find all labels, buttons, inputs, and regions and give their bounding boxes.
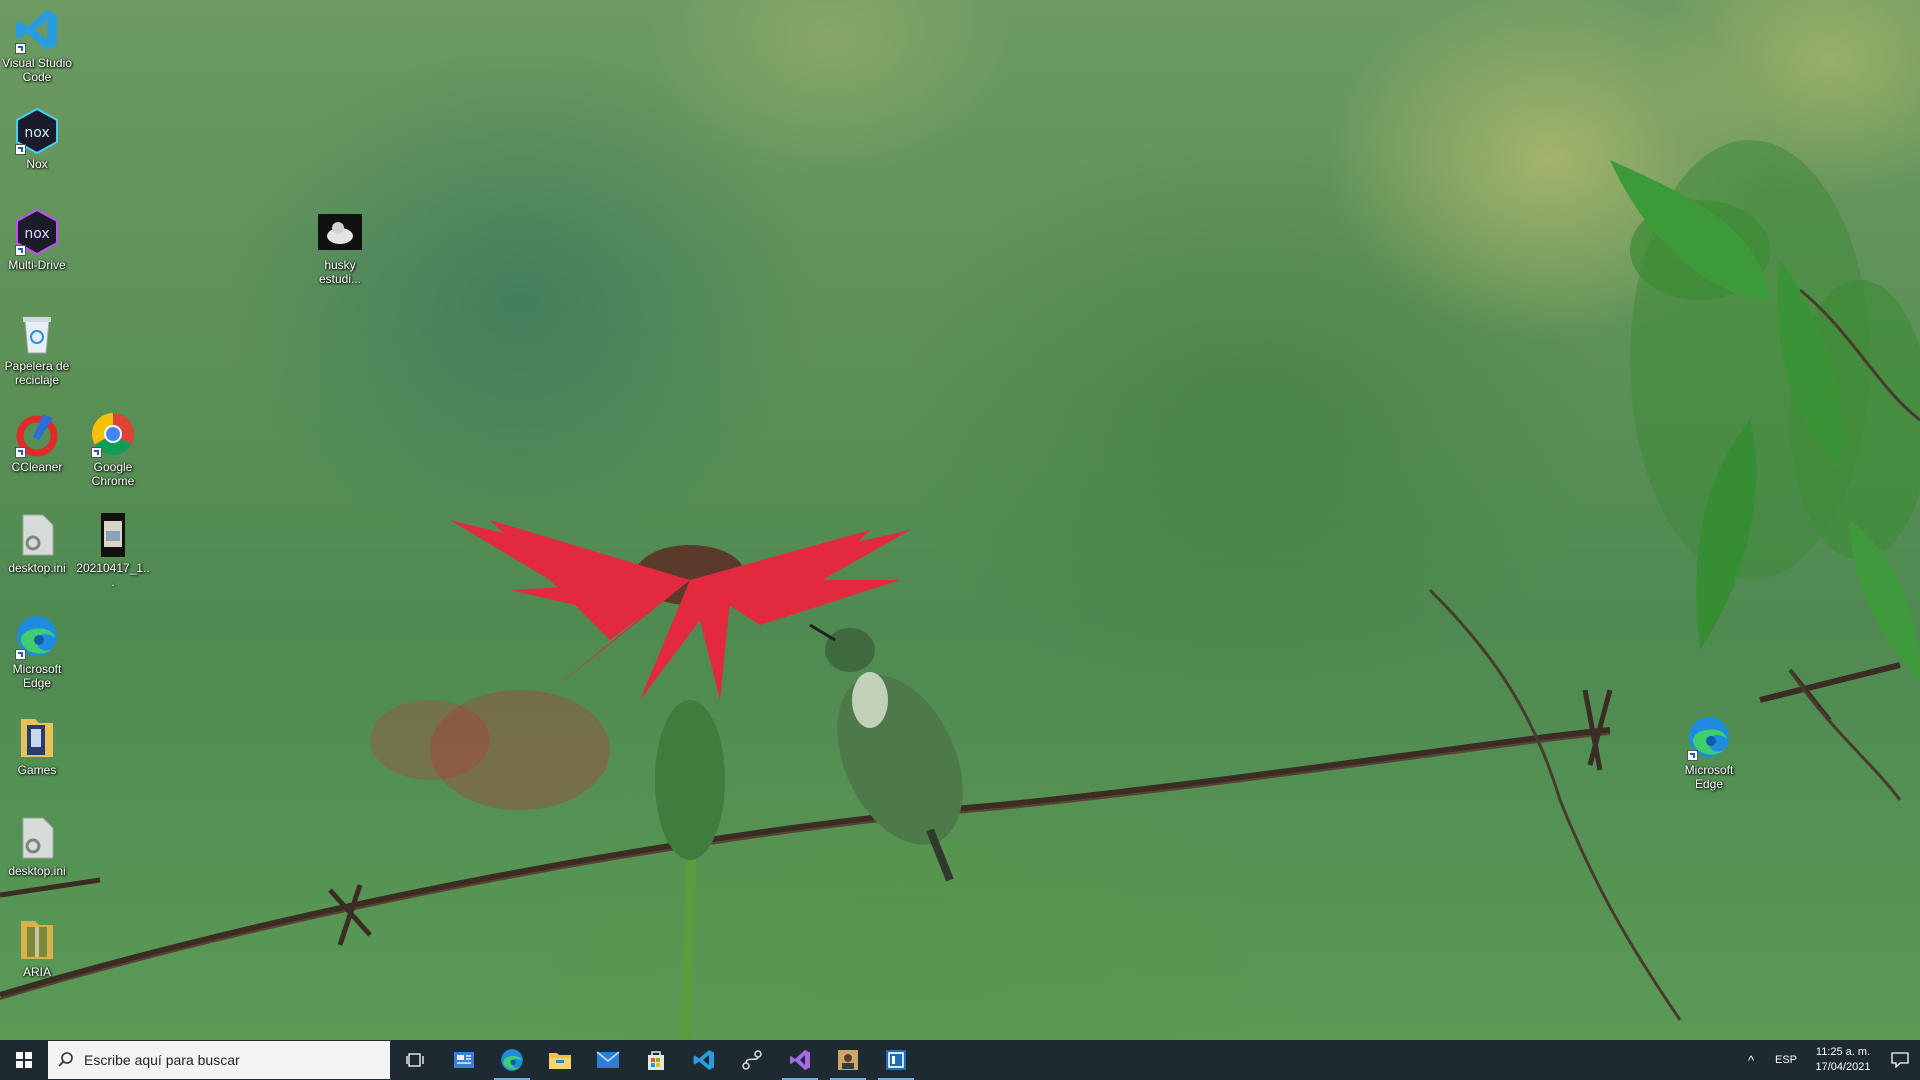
taskbar-file-explorer-button[interactable] <box>536 1040 584 1080</box>
desktop-icon-label: desktop.ini <box>8 561 66 575</box>
git-icon <box>742 1050 762 1070</box>
desktop-icon-label: Games <box>17 763 57 777</box>
action-center-button[interactable] <box>1880 1040 1920 1080</box>
system-tray: ^ ESP 11:25 a. m. 17/04/2021 <box>1736 1040 1920 1080</box>
desktop-icon-games[interactable]: Games <box>0 713 74 777</box>
search-input[interactable]: Escribe aquí para buscar <box>48 1041 390 1079</box>
vscode-icon <box>693 1050 714 1070</box>
search-icon <box>58 1052 73 1067</box>
shortcut-arrow-icon <box>15 43 26 54</box>
desktop-icon-desktop-ini-2[interactable]: desktop.ini <box>0 814 74 878</box>
language-indicator[interactable]: ESP <box>1766 1054 1806 1066</box>
folder-icon <box>13 713 61 761</box>
nox-icon: nox <box>13 107 61 155</box>
shortcut-arrow-icon <box>15 649 26 660</box>
desktop-icon-husky-image[interactable]: husky estudi... <box>303 208 377 286</box>
desktop-icon-google-chrome[interactable]: Google Chrome <box>76 410 150 488</box>
taskbar-app-window-button[interactable] <box>872 1040 920 1080</box>
taskbar-vscode-button[interactable] <box>680 1040 728 1080</box>
start-button[interactable] <box>0 1040 48 1080</box>
vscode-icon <box>13 6 61 54</box>
taskbar-git-button[interactable] <box>728 1040 776 1080</box>
nox-multidrive-icon: nox <box>13 208 61 256</box>
svg-text:nox: nox <box>24 226 49 242</box>
ccleaner-icon <box>13 410 61 458</box>
chrome-icon <box>89 410 137 458</box>
windows-logo-icon <box>16 1052 32 1068</box>
visual-studio-icon <box>790 1050 810 1070</box>
clock-time: 11:25 a. m. <box>1815 1046 1871 1058</box>
config-file-icon <box>13 511 61 559</box>
show-hidden-icons-button[interactable]: ^ <box>1736 1053 1766 1068</box>
app-window-icon <box>886 1050 906 1070</box>
recycle-bin-icon <box>13 309 61 357</box>
desktop-icon-recycle-bin[interactable]: Papelera de reciclaje <box>0 309 74 387</box>
config-file-icon <box>13 814 61 862</box>
desktop-icon-aria[interactable]: ARIA <box>0 915 74 979</box>
edge-icon <box>501 1049 523 1071</box>
desktop-icon-label: ARIA <box>22 965 51 979</box>
microsoft-store-icon <box>648 1051 664 1070</box>
mail-icon <box>596 1051 620 1068</box>
husky-image-icon <box>316 208 364 256</box>
wallpaper-hummingbird <box>0 140 1920 1040</box>
desktop-icon-microsoft-edge-2[interactable]: Microsoft Edge <box>1672 713 1746 791</box>
taskbar-mail-button[interactable] <box>584 1040 632 1080</box>
desktop-icon-vscode[interactable]: Visual Studio Code <box>0 6 74 84</box>
shortcut-arrow-icon <box>1687 750 1698 761</box>
desktop-icon-label: Nox <box>26 157 48 171</box>
taskbar-news-button[interactable] <box>440 1040 488 1080</box>
desktop-icon-label: Multi-Drive <box>8 258 66 272</box>
taskbar: Escribe aquí para buscar ^ ESP 11:25 a. … <box>0 1040 1920 1080</box>
desktop-icon-label: desktop.ini <box>8 864 66 878</box>
desktop-icon-microsoft-edge-1[interactable]: Microsoft Edge <box>0 612 74 690</box>
desktop-icon-label: 20210417_1... <box>76 561 150 589</box>
search-placeholder: Escribe aquí para buscar <box>84 1052 240 1068</box>
desktop-icon-label: husky estudi... <box>318 258 362 286</box>
desktop[interactable]: Visual Studio Code nox Nox nox Multi-Dri… <box>0 0 1920 1040</box>
desktop-icon-nox[interactable]: nox Nox <box>0 107 74 171</box>
shortcut-arrow-icon <box>15 245 26 256</box>
news-weather-icon <box>454 1052 474 1068</box>
task-view-button[interactable] <box>392 1040 440 1080</box>
desktop-icon-desktop-ini-1[interactable]: desktop.ini <box>0 511 74 575</box>
desktop-icon-label: CCleaner <box>11 460 63 474</box>
zip-folder-icon <box>13 915 61 963</box>
edge-icon <box>1685 713 1733 761</box>
desktop-icon-label: Google Chrome <box>91 460 135 488</box>
chevron-up-icon: ^ <box>1747 1052 1755 1068</box>
desktop-icon-ccleaner[interactable]: CCleaner <box>0 410 74 474</box>
task-view-icon <box>406 1053 424 1067</box>
desktop-icon-multi-drive[interactable]: nox Multi-Drive <box>0 208 74 272</box>
taskbar-visual-studio-button[interactable] <box>776 1040 824 1080</box>
clock-date: 17/04/2021 <box>1815 1061 1871 1073</box>
shortcut-arrow-icon <box>91 447 102 458</box>
desktop-icon-label: Microsoft Edge <box>12 662 62 690</box>
desktop-icon-video-file[interactable]: 20210417_1... <box>76 511 150 589</box>
svg-text:nox: nox <box>24 125 49 141</box>
desktop-icon-label: Visual Studio Code <box>2 56 72 84</box>
edge-icon <box>13 612 61 660</box>
desktop-icon-label: Microsoft Edge <box>1684 763 1734 791</box>
file-explorer-icon <box>549 1053 571 1069</box>
shortcut-arrow-icon <box>15 144 26 155</box>
photo-app-icon <box>838 1050 858 1070</box>
notification-icon <box>1891 1052 1909 1068</box>
clock[interactable]: 11:25 a. m. 17/04/2021 <box>1806 1045 1880 1075</box>
shortcut-arrow-icon <box>15 447 26 458</box>
taskbar-store-button[interactable] <box>632 1040 680 1080</box>
video-file-icon <box>89 511 137 559</box>
taskbar-edge-button[interactable] <box>488 1040 536 1080</box>
desktop-icon-label: Papelera de reciclaje <box>4 359 70 387</box>
taskbar-photo-button[interactable] <box>824 1040 872 1080</box>
